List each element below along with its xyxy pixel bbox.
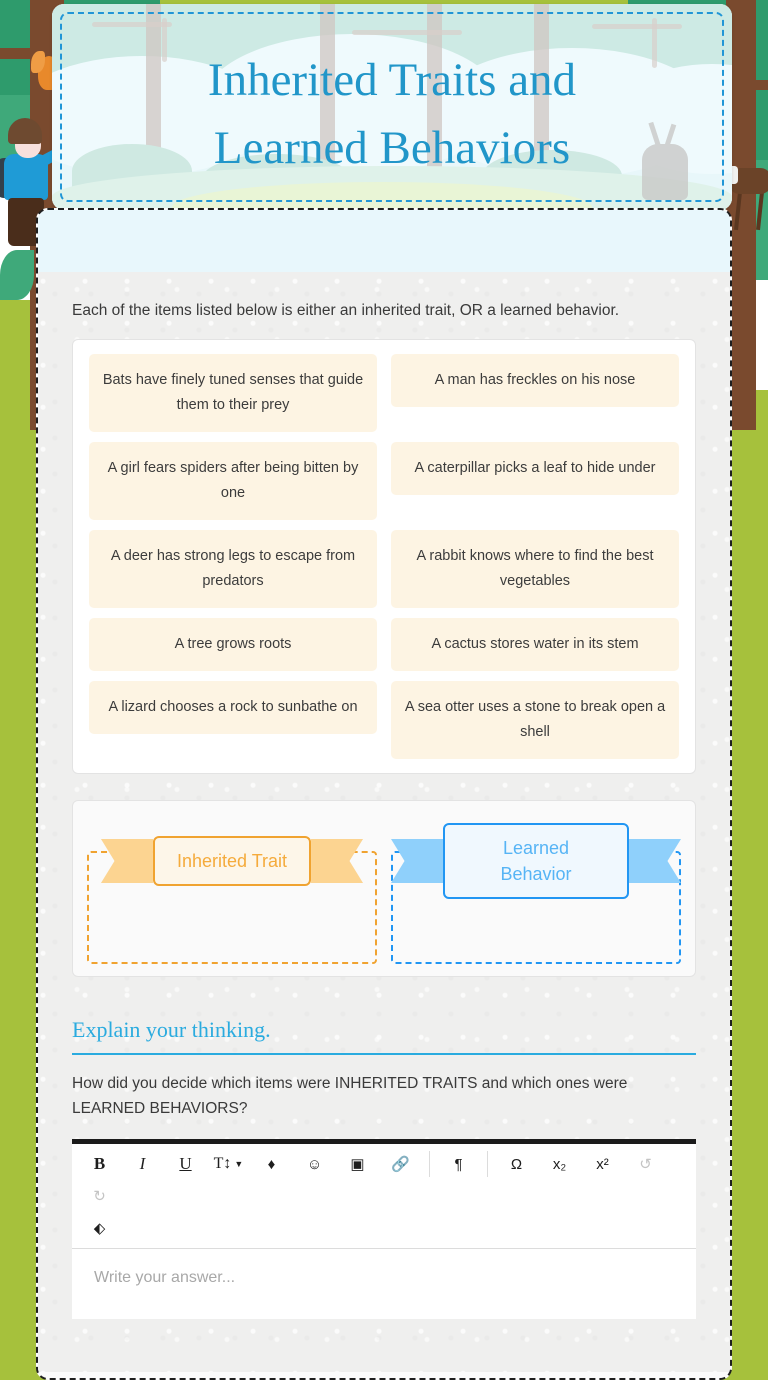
item-chip[interactable]: A man has freckles on his nose xyxy=(391,354,679,407)
rich-text-editor: B I U T↕ ▼ ♦ ☺ ▣ 🔗 ¶ Ω x₂ x² ↺ ↻ ⬖ Write… xyxy=(72,1139,696,1319)
deer-illustration xyxy=(716,166,768,238)
panel-header-strip xyxy=(38,210,730,272)
undo-icon[interactable]: ↺ xyxy=(624,1148,667,1180)
answer-input[interactable]: Write your answer... xyxy=(72,1249,696,1319)
toolbar-divider xyxy=(429,1151,430,1177)
item-chip[interactable]: A cactus stores water in its stem xyxy=(391,618,679,671)
italic-icon[interactable]: I xyxy=(121,1148,164,1180)
dropzone-learned-behavior[interactable]: Learned Behavior xyxy=(391,815,681,964)
item-chip[interactable]: A tree grows roots xyxy=(89,618,377,671)
item-chip[interactable]: A rabbit knows where to find the best ve… xyxy=(391,530,679,608)
text-color-icon[interactable]: ♦ xyxy=(250,1148,293,1180)
category-dropzones: Inherited Trait Learned Behavior xyxy=(72,800,696,977)
deer-leg xyxy=(734,191,742,231)
subscript-icon[interactable]: x₂ xyxy=(538,1148,581,1180)
insert-image-icon[interactable]: ▣ xyxy=(336,1148,379,1180)
bold-icon[interactable]: B xyxy=(78,1148,121,1180)
plant-illustration xyxy=(0,250,34,300)
worksheet-panel: Each of the items listed below is either… xyxy=(36,208,732,1380)
toolbar-divider xyxy=(487,1151,488,1177)
deer-leg xyxy=(756,191,764,231)
emoji-icon[interactable]: ☺ xyxy=(293,1148,336,1180)
superscript-icon[interactable]: x² xyxy=(581,1148,624,1180)
special-character-icon[interactable]: Ω xyxy=(495,1148,538,1180)
redo-icon[interactable]: ↻ xyxy=(78,1180,121,1212)
instructions-text: Each of the items listed below is either… xyxy=(72,302,620,319)
dropzone-inherited-trait[interactable]: Inherited Trait xyxy=(87,815,377,964)
item-chip[interactable]: Bats have finely tuned senses that guide… xyxy=(89,354,377,432)
title-banner: Inherited Traits and Learned Behaviors xyxy=(52,4,732,210)
text-size-icon[interactable]: T↕ ▼ xyxy=(207,1148,250,1180)
panel-content: Each of the items listed below is either… xyxy=(38,272,730,1372)
item-chip[interactable]: A girl fears spiders after being bitten … xyxy=(89,442,377,520)
explain-question-text: How did you decide which items were INHE… xyxy=(72,1075,628,1117)
chevron-down-icon: ▼ xyxy=(234,1159,244,1169)
dropzone-label: Learned Behavior xyxy=(443,823,629,899)
page-title-line-2: Learned Behaviors xyxy=(213,122,571,174)
editor-toolbar: B I U T↕ ▼ ♦ ☺ ▣ 🔗 ¶ Ω x₂ x² ↺ ↻ ⬖ xyxy=(72,1144,696,1249)
item-chip[interactable]: A caterpillar picks a leaf to hide under xyxy=(391,442,679,495)
dropzone-label: Inherited Trait xyxy=(152,836,312,886)
item-chip[interactable]: A lizard chooses a rock to sunbathe on xyxy=(89,681,377,734)
item-chip[interactable]: A sea otter uses a stone to break open a… xyxy=(391,681,679,759)
insert-link-icon[interactable]: 🔗 xyxy=(379,1148,422,1180)
item-chip[interactable]: A deer has strong legs to escape from pr… xyxy=(89,530,377,608)
item-bank: Bats have finely tuned senses that guide… xyxy=(72,339,696,774)
page-title: Inherited Traits and Learned Behaviors xyxy=(52,46,732,182)
section-heading-explain: Explain your thinking. xyxy=(72,1017,696,1055)
worksheet: Inherited Traits and Learned Behaviors E… xyxy=(36,0,732,1380)
paragraph-direction-icon[interactable]: ¶ xyxy=(437,1148,480,1180)
text-size-glyph: T↕ xyxy=(213,1155,232,1172)
clear-formatting-icon[interactable]: ⬖ xyxy=(78,1212,121,1244)
page-title-line-1: Inherited Traits and xyxy=(207,54,577,106)
underline-icon[interactable]: U xyxy=(164,1148,207,1180)
